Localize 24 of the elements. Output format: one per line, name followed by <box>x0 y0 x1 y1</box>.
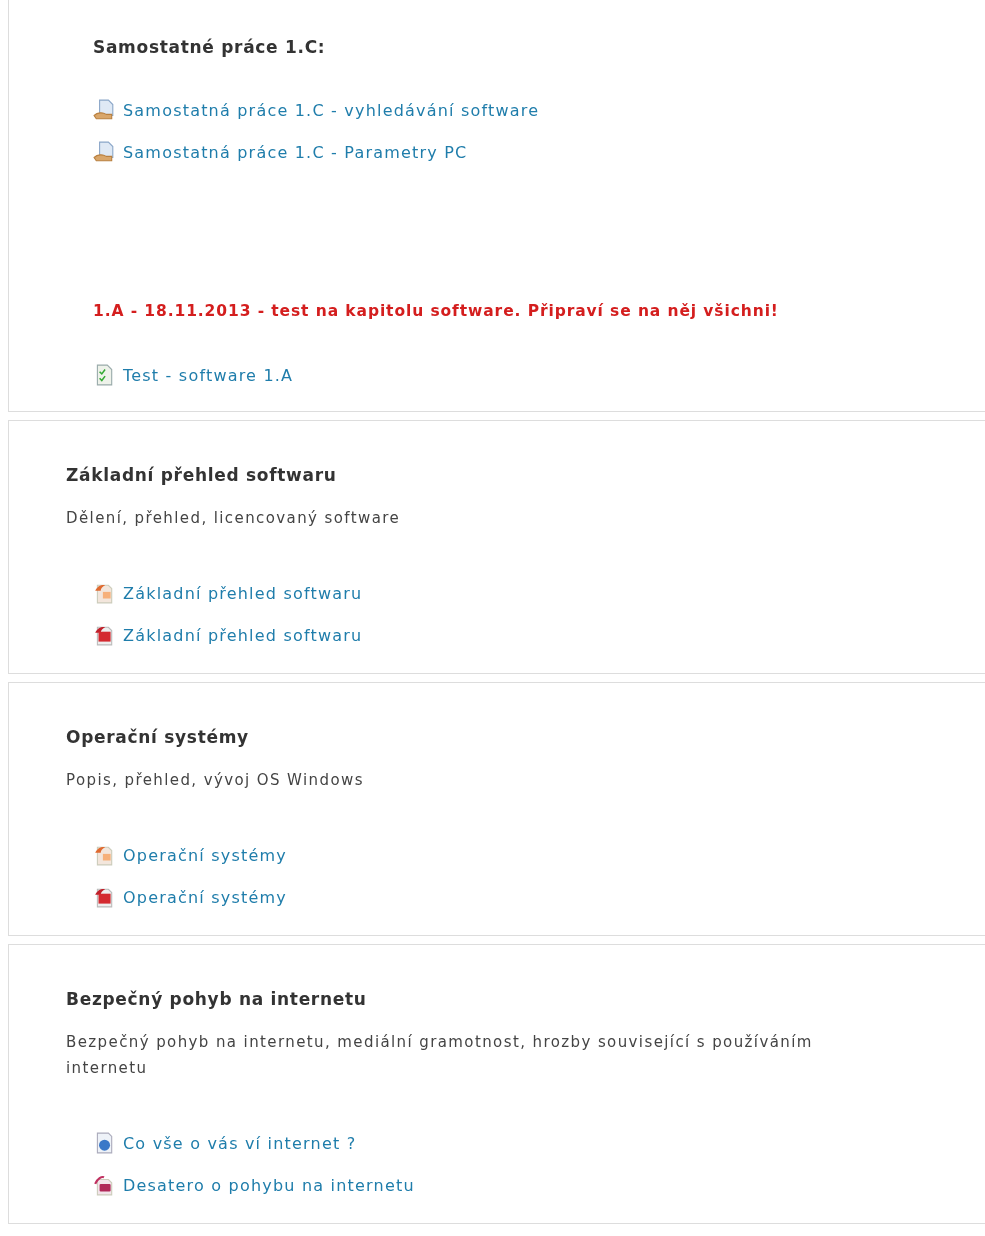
resource-link[interactable]: Desatero o pohybu na internetu <box>93 1174 415 1196</box>
document-hand-icon <box>93 99 115 121</box>
pdf-file-icon <box>93 886 115 908</box>
resource-link[interactable]: Operační systémy <box>93 844 287 866</box>
section-heading: Samostatné práce 1.C: <box>93 37 326 57</box>
section-title: Bezpečný pohyb na internetu <box>66 989 368 1009</box>
section-summary: Bezpečný pohyb na internetu, mediální gramotnost, hrozby související s používáním internetu <box>66 1032 814 1079</box>
section-summary: Popis, přehled, vývoj OS Windows <box>66 770 365 791</box>
presentation-file-icon <box>93 582 115 604</box>
resource-link[interactable]: Operační systémy <box>93 886 287 908</box>
document-hand-icon <box>93 141 115 163</box>
pdf-file-icon <box>93 624 115 646</box>
camera-file-icon <box>93 1174 115 1196</box>
section-title: Základní přehled softwaru <box>66 465 338 485</box>
resource-link[interactable]: Test - software 1.A <box>93 364 294 386</box>
presentation-file-icon <box>93 844 115 866</box>
section-summary: Dělení, přehled, licencovaný software <box>66 508 402 529</box>
resource-link[interactable]: Co vše o vás ví internet ? <box>93 1132 357 1154</box>
section-title: Operační systémy <box>66 727 250 747</box>
resource-link[interactable]: Samostatná práce 1.C - Parametry PC <box>93 141 468 163</box>
resource-link[interactable]: Samostatná práce 1.C - vyhledávání software <box>93 99 540 121</box>
resource-link[interactable]: Základní přehled softwaru <box>93 582 363 604</box>
announcement-text: 1.A - 18.11.2013 - test na kapitolu software. Připraví se na něj všichni! <box>93 301 780 321</box>
resource-link[interactable]: Základní přehled softwaru <box>93 624 363 646</box>
